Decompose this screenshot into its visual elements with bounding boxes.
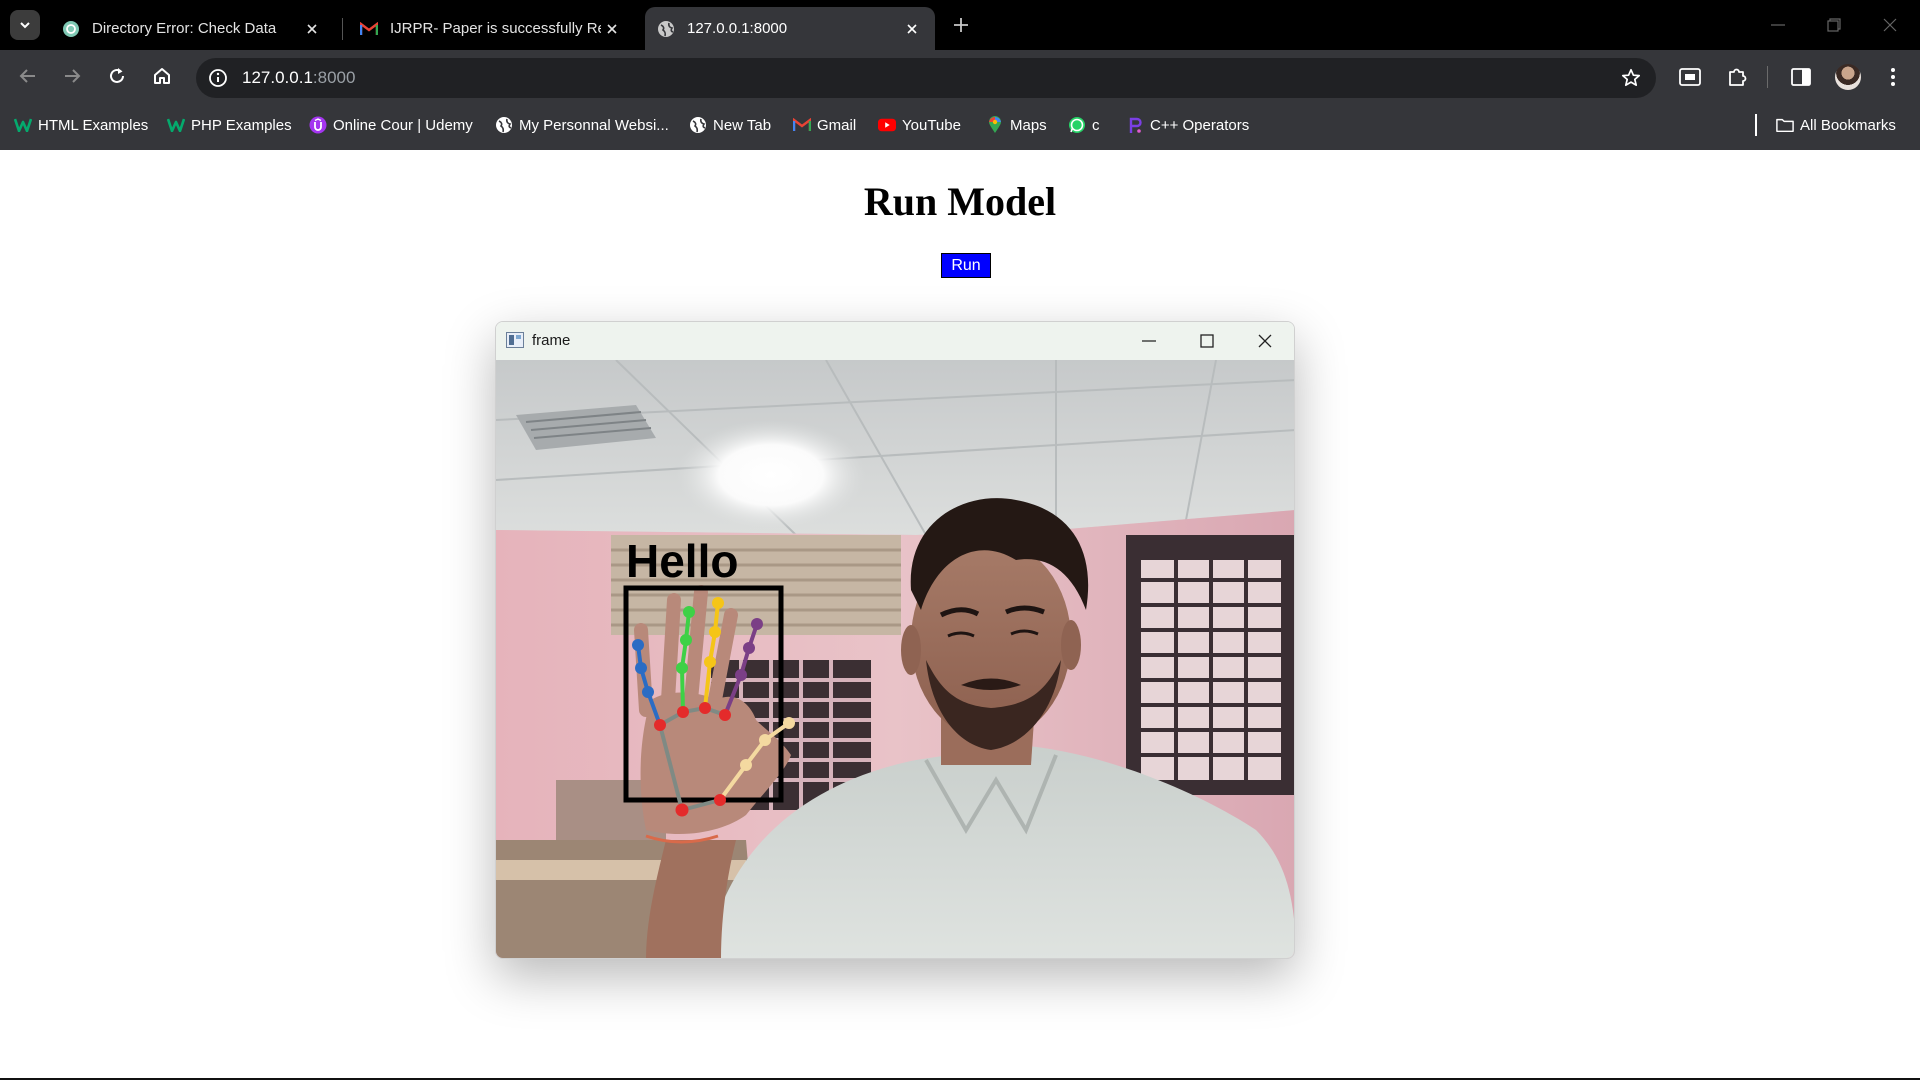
reload-icon [110, 68, 124, 83]
bookmarks-separator [1755, 114, 1757, 136]
back-button[interactable] [13, 61, 43, 91]
side-panel-icon [1791, 68, 1811, 86]
globe-icon [689, 116, 707, 134]
cplusplus-icon [1126, 116, 1144, 134]
address-url: 127.0.0.1:8000 [242, 68, 355, 88]
maps-icon [986, 116, 1004, 134]
window-close-button[interactable] [1236, 322, 1294, 360]
tab-directory-error[interactable]: Directory Error: Check Data [50, 7, 335, 50]
extensions-button[interactable] [1724, 64, 1750, 90]
window-title: frame [532, 332, 571, 349]
media-controls-icon [1679, 68, 1701, 86]
gmail-icon [360, 20, 378, 38]
browser-menu-button[interactable] [1880, 64, 1906, 90]
gmail-icon [793, 116, 811, 134]
window-maximize-button[interactable] [1178, 322, 1236, 360]
window-titlebar[interactable]: frame [496, 322, 1294, 360]
puzzle-icon [1729, 68, 1747, 86]
address-bar[interactable]: 127.0.0.1:8000 [196, 58, 1656, 98]
bookmark-php-examples[interactable]: PHP Examples [167, 114, 292, 136]
whatsapp-icon [1068, 116, 1086, 134]
url-host: 127.0.0.1 [242, 68, 313, 87]
bookmark-whatsapp[interactable]: c [1068, 114, 1100, 136]
close-icon[interactable] [601, 18, 623, 40]
close-icon [1883, 18, 1897, 32]
close-icon[interactable] [901, 18, 923, 40]
home-button[interactable] [147, 61, 177, 91]
tab-ijrpr-mail[interactable]: IJRPR- Paper is successfully Rec [348, 7, 635, 50]
minimize-icon [1142, 340, 1156, 342]
youtube-icon [878, 116, 896, 134]
tab-title: 127.0.0.1:8000 [687, 20, 788, 37]
page-title: Run Model [863, 179, 1057, 224]
bookmark-label: PHP Examples [191, 116, 292, 134]
toolbar-separator [1767, 66, 1768, 88]
restore-window-button[interactable] [1806, 0, 1862, 50]
close-icon[interactable] [301, 18, 323, 40]
chevron-down-icon [20, 22, 30, 29]
tab-title: Directory Error: Check Data [92, 20, 277, 37]
folder-icon [1776, 116, 1794, 134]
bookmark-youtube[interactable]: YouTube [878, 114, 961, 136]
w3schools-icon [14, 116, 32, 134]
reload-button[interactable] [102, 61, 132, 91]
webcam-image: Hello [496, 360, 1294, 958]
bookmark-label: c [1092, 116, 1100, 134]
webcam-frame: Hello [496, 360, 1294, 958]
bookmark-personal-website[interactable]: My Personnal Websi... [495, 114, 669, 136]
bookmark-new-tab[interactable]: New Tab [689, 114, 771, 136]
tab-separator [342, 18, 343, 40]
bookmark-cpp-operators[interactable]: C++ Operators [1126, 114, 1249, 136]
bookmark-label: YouTube [902, 116, 961, 134]
gesture-label: Hello [626, 535, 738, 587]
arrow-right-icon [65, 69, 81, 83]
bookmark-label: My Personnal Websi... [519, 116, 669, 134]
minimize-window-button[interactable] [1750, 0, 1806, 50]
w3schools-icon [167, 116, 185, 134]
plus-icon [954, 18, 968, 32]
bookmark-maps[interactable]: Maps [986, 114, 1047, 136]
new-tab-button[interactable] [948, 12, 974, 38]
bookmark-label: Online Cour | Udemy [333, 116, 473, 134]
restore-icon [1827, 18, 1841, 32]
tab-title: IJRPR- Paper is successfully Rec [390, 20, 601, 37]
window-minimize-button[interactable] [1120, 322, 1178, 360]
tab-strip: Directory Error: Check Data IJRPR- Paper… [0, 0, 1920, 50]
home-icon [154, 68, 170, 84]
bookmark-udemy[interactable]: Online Cour | Udemy [309, 114, 473, 136]
site-info-icon[interactable] [208, 68, 228, 88]
bookmark-label: Maps [1010, 116, 1047, 134]
bookmark-star-icon[interactable] [1620, 67, 1642, 89]
app-icon [506, 332, 524, 348]
arrow-left-icon [19, 69, 35, 83]
tab-search-button[interactable] [10, 10, 40, 40]
all-bookmarks-button[interactable]: All Bookmarks [1776, 114, 1896, 136]
run-button[interactable]: Run [941, 253, 991, 278]
bookmark-label: C++ Operators [1150, 116, 1250, 134]
close-window-button[interactable] [1862, 0, 1918, 50]
chatgpt-icon [62, 20, 80, 38]
bookmark-label: HTML Examples [38, 116, 149, 134]
side-panel-button[interactable] [1788, 64, 1814, 90]
tab-localhost[interactable]: 127.0.0.1:8000 [645, 7, 935, 50]
globe-icon [657, 20, 675, 38]
profile-avatar[interactable] [1835, 64, 1861, 90]
udemy-icon [309, 116, 327, 134]
bookmark-html-examples[interactable]: HTML Examples [14, 114, 148, 136]
bookmark-gmail[interactable]: Gmail [793, 114, 856, 136]
more-vert-icon [1891, 68, 1895, 86]
close-icon [1258, 334, 1272, 348]
maximize-icon [1200, 334, 1214, 348]
globe-icon [495, 116, 513, 134]
bookmark-label: New Tab [713, 116, 772, 134]
opencv-frame-window[interactable]: frame Hello [495, 321, 1295, 959]
minimize-icon [1771, 24, 1785, 26]
forward-button[interactable] [57, 61, 87, 91]
cast-button[interactable] [1677, 64, 1703, 90]
url-port: :8000 [312, 68, 356, 87]
all-bookmarks-label: All Bookmarks [1800, 116, 1896, 134]
bookmark-label: Gmail [817, 116, 857, 134]
